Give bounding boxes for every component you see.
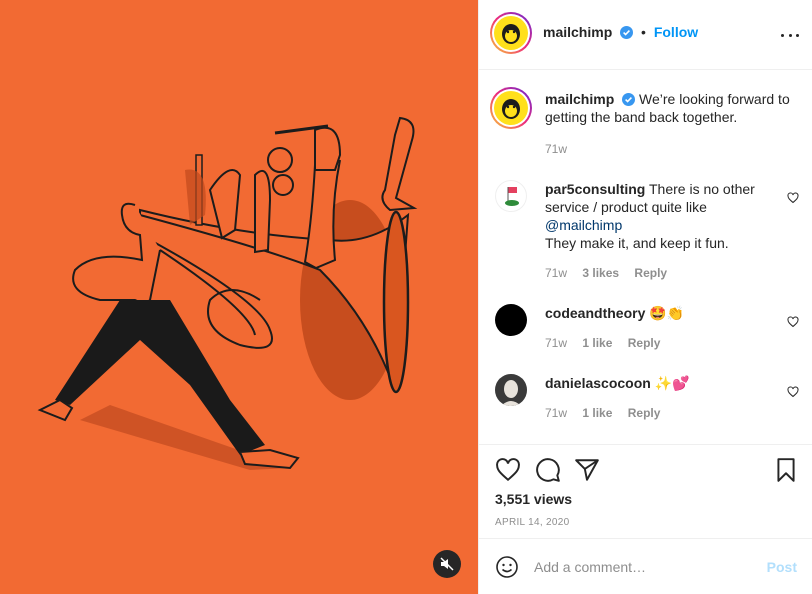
comment-like-heart-icon[interactable] xyxy=(787,316,799,328)
reply-button[interactable]: Reply xyxy=(628,406,661,420)
comment-text-block: par5consulting There is no other service… xyxy=(545,180,793,252)
post-actions: 3,551 views APRIL 14, 2020 xyxy=(479,444,812,540)
comment-emoji: 🤩👏 xyxy=(649,305,685,321)
comment-time[interactable]: 71w xyxy=(545,406,567,420)
commenter-avatar[interactable] xyxy=(495,304,527,336)
comment-like-heart-icon[interactable] xyxy=(787,192,799,204)
author-username[interactable]: mailchimp xyxy=(543,24,612,40)
comment-emoji: ✨💕 xyxy=(654,375,690,391)
mute-button[interactable] xyxy=(433,550,461,578)
more-horizontal-icon[interactable] xyxy=(781,26,799,44)
comment-input[interactable] xyxy=(534,557,754,577)
person-photo-icon xyxy=(495,374,527,406)
comment-time[interactable]: 71w xyxy=(545,336,567,350)
verified-badge-icon xyxy=(620,26,634,39)
comment-username[interactable]: danielascocoon xyxy=(545,375,651,391)
golf-logo-icon xyxy=(505,187,519,206)
comment-mention-link[interactable]: @mailchimp xyxy=(545,217,622,233)
commenter-avatar[interactable] xyxy=(495,374,527,406)
reply-button[interactable]: Reply xyxy=(628,336,661,350)
caption-text-block: mailchimp We’re looking forward to getti… xyxy=(545,90,793,126)
comments-list: mailchimp We’re looking forward to getti… xyxy=(479,70,812,444)
post-header: mailchimp • Follow xyxy=(479,0,812,70)
post-button[interactable]: Post xyxy=(767,559,797,575)
comment-time[interactable]: 71w xyxy=(545,266,567,280)
comment-likes[interactable]: 3 likes xyxy=(582,266,619,280)
comment-text-block: codeandtheory 🤩👏 xyxy=(545,304,793,322)
verified-badge-icon xyxy=(622,93,636,106)
reply-button[interactable]: Reply xyxy=(634,266,667,280)
comment-username[interactable]: codeandtheory xyxy=(545,305,645,321)
bookmark-icon[interactable] xyxy=(773,457,799,483)
comment-like-heart-icon[interactable] xyxy=(787,386,799,398)
separator-dot: • xyxy=(641,24,646,40)
comment-meta: 71w 1 like Reply xyxy=(545,406,672,420)
paper-plane-icon[interactable] xyxy=(574,457,600,483)
band-illustration xyxy=(0,0,478,594)
comment-likes[interactable]: 1 like xyxy=(582,336,612,350)
comment-text-continued: They make it, and keep it fun. xyxy=(545,235,729,251)
post-panel: mailchimp • Follow mailchimp We’re looki… xyxy=(478,0,812,594)
smiley-icon[interactable] xyxy=(495,555,519,579)
comment-username[interactable]: par5consulting xyxy=(545,181,645,197)
author-avatar[interactable] xyxy=(490,12,532,54)
comment-likes[interactable]: 1 like xyxy=(582,406,612,420)
caption-meta: 71w xyxy=(545,142,579,156)
views-count[interactable]: 3,551 views xyxy=(495,491,572,507)
commenter-avatar[interactable] xyxy=(495,180,527,212)
post-media[interactable] xyxy=(0,0,478,594)
freddie-logo-icon xyxy=(502,24,520,44)
caption-username[interactable]: mailchimp xyxy=(545,91,614,107)
comment-meta: 71w 3 likes Reply xyxy=(545,266,679,280)
follow-button[interactable]: Follow xyxy=(654,24,698,40)
speaker-muted-icon xyxy=(440,557,454,571)
freddie-logo-icon xyxy=(502,99,520,119)
caption-time[interactable]: 71w xyxy=(545,142,567,156)
comment-meta: 71w 1 like Reply xyxy=(545,336,672,350)
comment-text-block: danielascocoon ✨💕 xyxy=(545,374,793,392)
add-comment-bar: Post xyxy=(479,538,812,594)
caption-avatar[interactable] xyxy=(490,87,532,129)
comment-icon[interactable] xyxy=(535,457,561,483)
post-date[interactable]: APRIL 14, 2020 xyxy=(495,517,569,528)
heart-icon[interactable] xyxy=(495,457,521,483)
